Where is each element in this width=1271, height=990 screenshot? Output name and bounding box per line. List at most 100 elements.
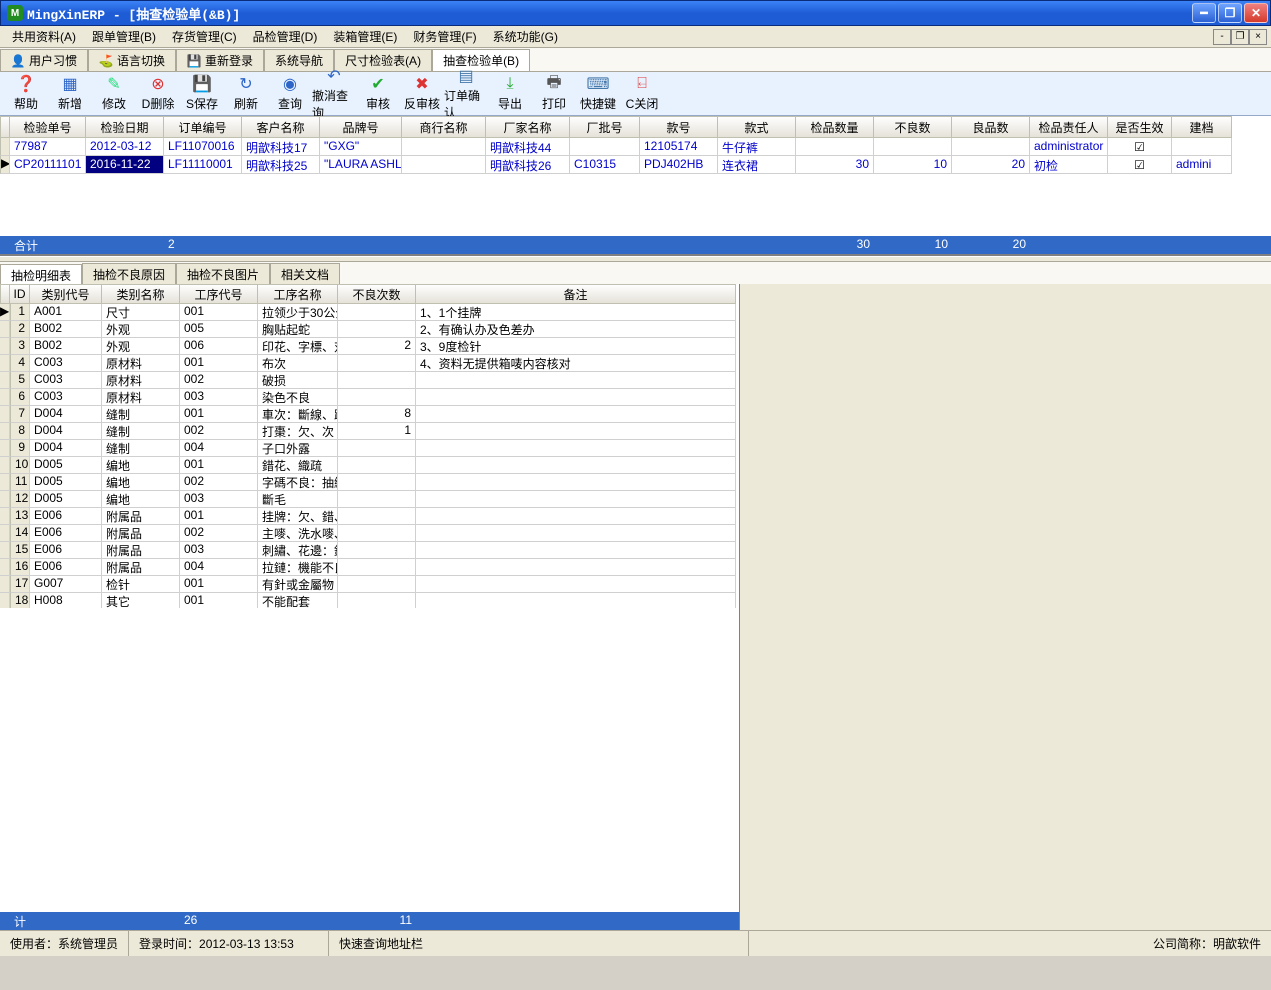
table-row[interactable]: 779872012-03-12LF11070016明歆科技17"GXG"明歆科技… xyxy=(0,138,1271,156)
cell[interactable]: 16 xyxy=(10,559,30,576)
detail-tab[interactable]: 抽检明细表 xyxy=(0,264,82,285)
cell[interactable] xyxy=(0,491,10,508)
cell[interactable]: 20 xyxy=(952,156,1030,174)
toolbar-button-导出[interactable]: ⤓导出 xyxy=(488,73,532,115)
column-header[interactable] xyxy=(0,284,10,304)
table-row[interactable]: 2B002外观005胸贴起蛇2、有确认办及色差办 xyxy=(0,321,739,338)
cell[interactable]: ☑ xyxy=(1108,138,1172,156)
toolbar-button-S保存[interactable]: 💾S保存 xyxy=(180,73,224,115)
table-row[interactable]: 5C003原材料002破损 xyxy=(0,372,739,389)
cell[interactable] xyxy=(416,508,736,525)
cell[interactable] xyxy=(416,576,736,593)
column-header[interactable]: ID xyxy=(10,284,30,304)
cell[interactable] xyxy=(0,355,10,372)
cell[interactable]: 8 xyxy=(338,406,416,423)
cell[interactable]: 12 xyxy=(10,491,30,508)
table-row[interactable]: 3B002外观006印花、字標、对23、9度检针 xyxy=(0,338,739,355)
cell[interactable]: ▶ xyxy=(0,156,10,174)
toolbar-button-审核[interactable]: ✔审核 xyxy=(356,73,400,115)
table-row[interactable]: 8D004缝制002打棗：欠、次1 xyxy=(0,423,739,440)
cell[interactable]: D005 xyxy=(30,491,102,508)
cell[interactable]: C003 xyxy=(30,372,102,389)
cell[interactable]: 001 xyxy=(180,457,258,474)
cell[interactable] xyxy=(1172,138,1232,156)
cell[interactable] xyxy=(570,138,640,156)
cell[interactable]: 明歆科技17 xyxy=(242,138,320,156)
cell[interactable]: 明歆科技44 xyxy=(486,138,570,156)
cell[interactable]: 006 xyxy=(180,338,258,355)
cell[interactable]: "LAURA ASHLE xyxy=(320,156,402,174)
menu-item[interactable]: 系统功能(G) xyxy=(485,26,566,47)
cell[interactable]: 有針或金屬物 xyxy=(258,576,338,593)
cell[interactable] xyxy=(338,355,416,372)
cell[interactable]: 主嘜、洗水嘜、 xyxy=(258,525,338,542)
cell[interactable]: 牛仔裤 xyxy=(718,138,796,156)
cell[interactable]: 胸贴起蛇 xyxy=(258,321,338,338)
cell[interactable] xyxy=(338,389,416,406)
cell[interactable]: C10315 xyxy=(570,156,640,174)
menu-item[interactable]: 存货管理(C) xyxy=(164,26,245,47)
cell[interactable]: G007 xyxy=(30,576,102,593)
cell[interactable]: 附属品 xyxy=(102,559,180,576)
cell[interactable]: 001 xyxy=(180,576,258,593)
cell[interactable] xyxy=(338,304,416,321)
cell[interactable]: 初检 xyxy=(1030,156,1108,174)
cell[interactable]: 编地 xyxy=(102,491,180,508)
cell[interactable]: 1 xyxy=(10,304,30,321)
cell[interactable]: D005 xyxy=(30,457,102,474)
cell[interactable] xyxy=(338,576,416,593)
cell[interactable]: 斷毛 xyxy=(258,491,338,508)
cell[interactable] xyxy=(416,593,736,608)
cell[interactable] xyxy=(0,138,10,156)
cell[interactable]: D005 xyxy=(30,474,102,491)
cell[interactable]: 13 xyxy=(10,508,30,525)
cell[interactable] xyxy=(952,138,1030,156)
cell[interactable]: 挂牌：欠、錯、 xyxy=(258,508,338,525)
cell[interactable] xyxy=(416,440,736,457)
cell[interactable]: LF11070016 xyxy=(164,138,242,156)
cell[interactable] xyxy=(338,525,416,542)
cell[interactable] xyxy=(0,525,10,542)
column-header[interactable] xyxy=(0,116,10,138)
cell[interactable]: 编地 xyxy=(102,474,180,491)
cell[interactable]: 1、1个挂牌 xyxy=(416,304,736,321)
cell[interactable]: A001 xyxy=(30,304,102,321)
top-tab[interactable]: 抽查检验单(B) xyxy=(432,49,530,71)
cell[interactable]: 001 xyxy=(180,593,258,608)
cell[interactable]: 3 xyxy=(10,338,30,355)
cell[interactable]: 字碼不良：抽織 xyxy=(258,474,338,491)
cell[interactable]: "GXG" xyxy=(320,138,402,156)
cell[interactable] xyxy=(338,542,416,559)
table-row[interactable]: 15E006附属品003刺繡、花邊：錯 xyxy=(0,542,739,559)
toolbar-button-撤消查询[interactable]: ↶撤消查询 xyxy=(312,73,356,115)
cell[interactable]: 002 xyxy=(180,423,258,440)
cell[interactable] xyxy=(416,406,736,423)
cell[interactable]: 005 xyxy=(180,321,258,338)
column-header[interactable]: 厂家名称 xyxy=(486,116,570,138)
column-header[interactable]: 不良次数 xyxy=(338,284,416,304)
cell[interactable]: 明歆科技25 xyxy=(242,156,320,174)
cell[interactable] xyxy=(416,525,736,542)
cell[interactable]: 外观 xyxy=(102,338,180,355)
cell[interactable] xyxy=(0,321,10,338)
top-tab[interactable]: 尺寸检验表(A) xyxy=(334,49,432,71)
table-row[interactable]: 10D005编地001錯花、織疏 xyxy=(0,457,739,474)
column-header[interactable]: 客户名称 xyxy=(242,116,320,138)
cell[interactable]: D004 xyxy=(30,423,102,440)
cell[interactable]: E006 xyxy=(30,559,102,576)
cell[interactable]: 002 xyxy=(180,372,258,389)
cell[interactable] xyxy=(338,321,416,338)
toolbar-button-查询[interactable]: ◉查询 xyxy=(268,73,312,115)
cell[interactable]: 缝制 xyxy=(102,406,180,423)
column-header[interactable]: 类别代号 xyxy=(30,284,102,304)
cell[interactable]: 10 xyxy=(874,156,952,174)
cell[interactable]: E006 xyxy=(30,525,102,542)
cell[interactable] xyxy=(796,138,874,156)
cell[interactable]: admini xyxy=(1172,156,1232,174)
column-header[interactable]: 款式 xyxy=(718,116,796,138)
cell[interactable]: C003 xyxy=(30,389,102,406)
toolbar-button-C关闭[interactable]: ⍇C关闭 xyxy=(620,73,664,115)
cell[interactable] xyxy=(338,559,416,576)
cell[interactable]: 附属品 xyxy=(102,525,180,542)
table-row[interactable]: ▶CP201111012016-11-22LF11110001明歆科技25"LA… xyxy=(0,156,1271,174)
